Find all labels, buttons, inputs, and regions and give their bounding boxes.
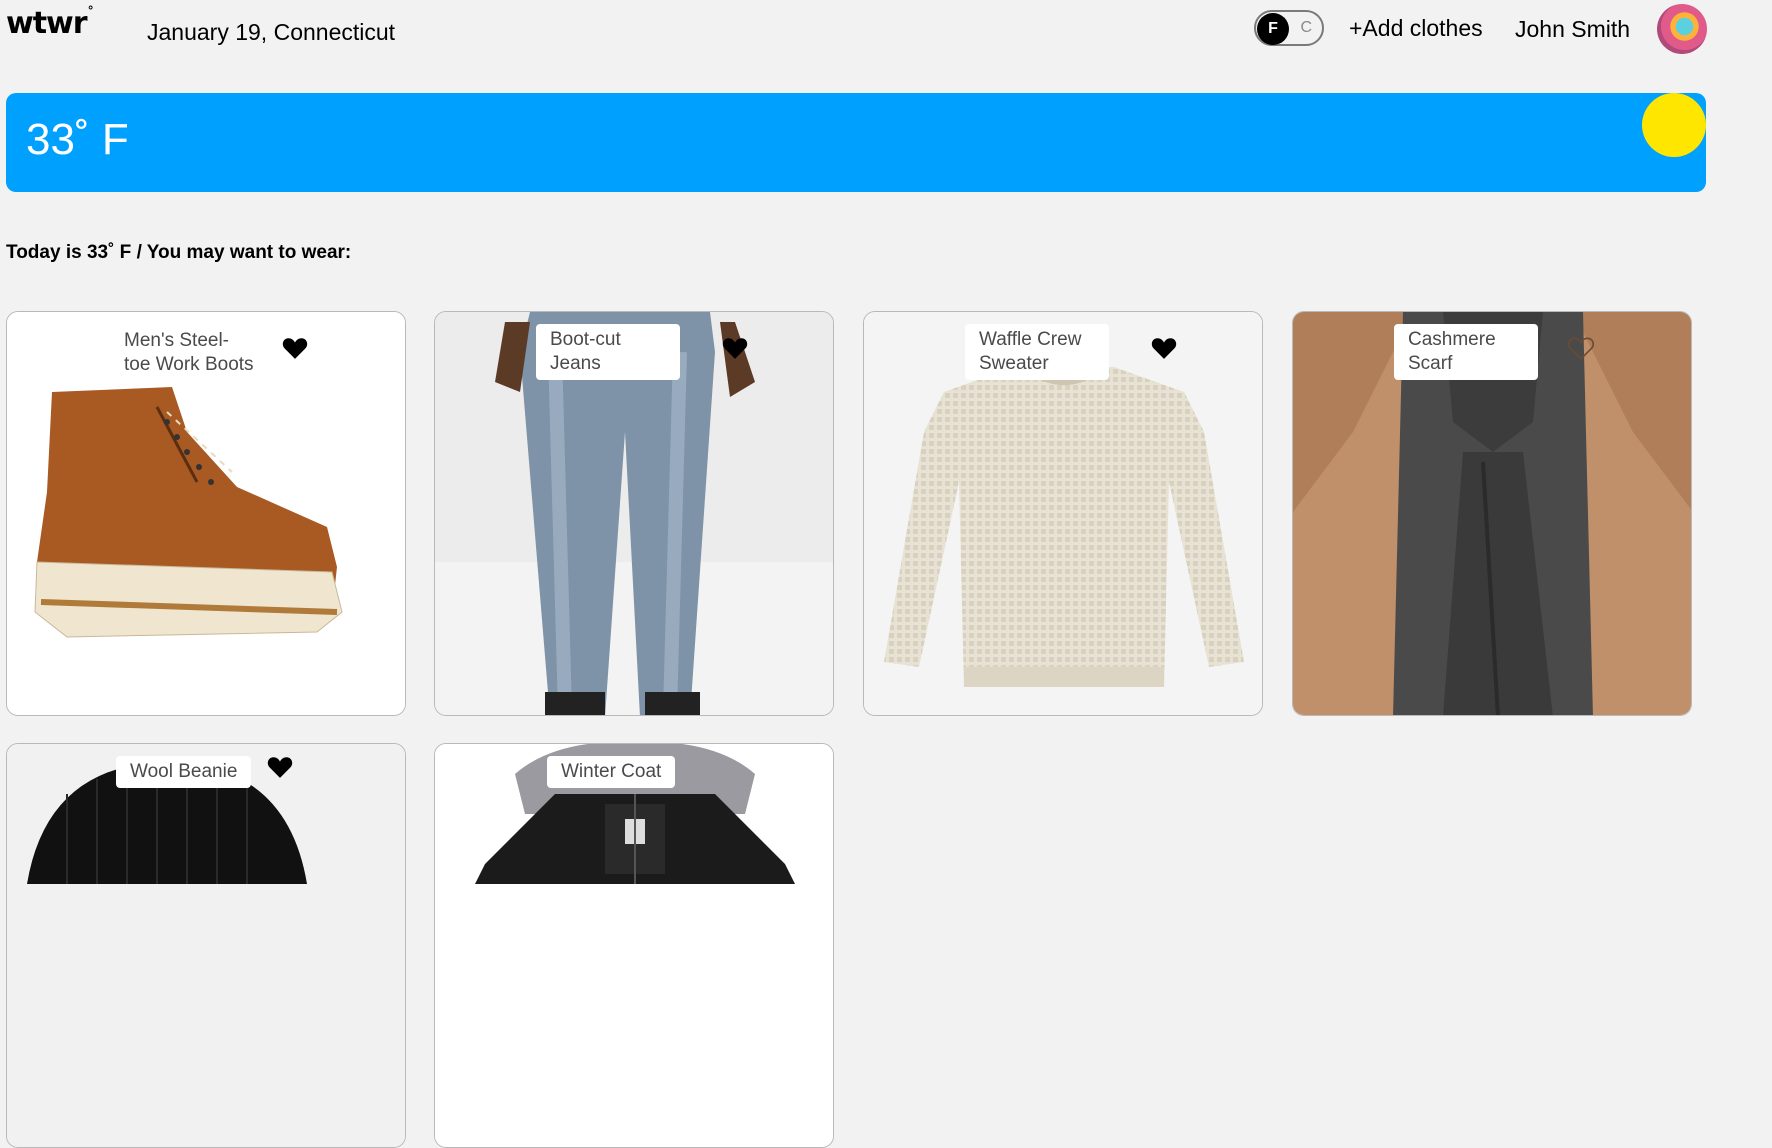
unit-f-option[interactable]: F [1257, 13, 1289, 45]
like-heart-icon[interactable] [1151, 336, 1177, 360]
like-heart-outline-icon[interactable] [1568, 336, 1594, 360]
item-card-boots[interactable]: Men's Steel- toe Work Boots [6, 311, 406, 716]
item-name: Winter Coat [547, 756, 676, 788]
item-name: Boot-cut Jeans [536, 324, 680, 380]
header: wtwr° January 19, Connecticut F C +Add c… [0, 0, 1772, 60]
date-location: January 19, Connecticut [147, 19, 396, 45]
item-card-beanie[interactable]: Wool Beanie [6, 743, 406, 1148]
add-clothes-button[interactable]: +Add clothes [1349, 15, 1483, 42]
item-name: Waffle Crew Sweater [965, 324, 1109, 380]
like-heart-icon[interactable] [282, 336, 308, 360]
avatar[interactable] [1657, 4, 1707, 54]
item-card-jeans[interactable]: Boot-cut Jeans [434, 311, 834, 716]
sun-icon [1642, 93, 1706, 157]
item-card-sweater[interactable]: Waffle Crew Sweater [863, 311, 1263, 716]
like-heart-icon[interactable] [722, 336, 748, 360]
temperature-unit-toggle[interactable]: F C [1254, 10, 1324, 46]
item-card-coat[interactable]: Winter Coat [434, 743, 834, 1148]
item-name: Wool Beanie [116, 756, 252, 788]
weather-card: 33˚ F [6, 93, 1706, 192]
like-heart-icon[interactable] [267, 755, 293, 779]
user-name[interactable]: John Smith [1515, 16, 1630, 43]
temperature-display: 33˚ F [26, 115, 129, 164]
item-name: Cashmere Scarf [1394, 324, 1538, 380]
item-name: Men's Steel- toe Work Boots [124, 330, 254, 375]
coat-image [435, 744, 833, 1147]
beanie-image [7, 744, 405, 1147]
unit-c-option[interactable]: C [1300, 19, 1312, 37]
recommendation-text: Today is 33˚ F / You may want to wear: [6, 242, 352, 263]
logo[interactable]: wtwr° [6, 4, 94, 41]
item-card-scarf[interactable]: Cashmere Scarf [1292, 311, 1692, 716]
